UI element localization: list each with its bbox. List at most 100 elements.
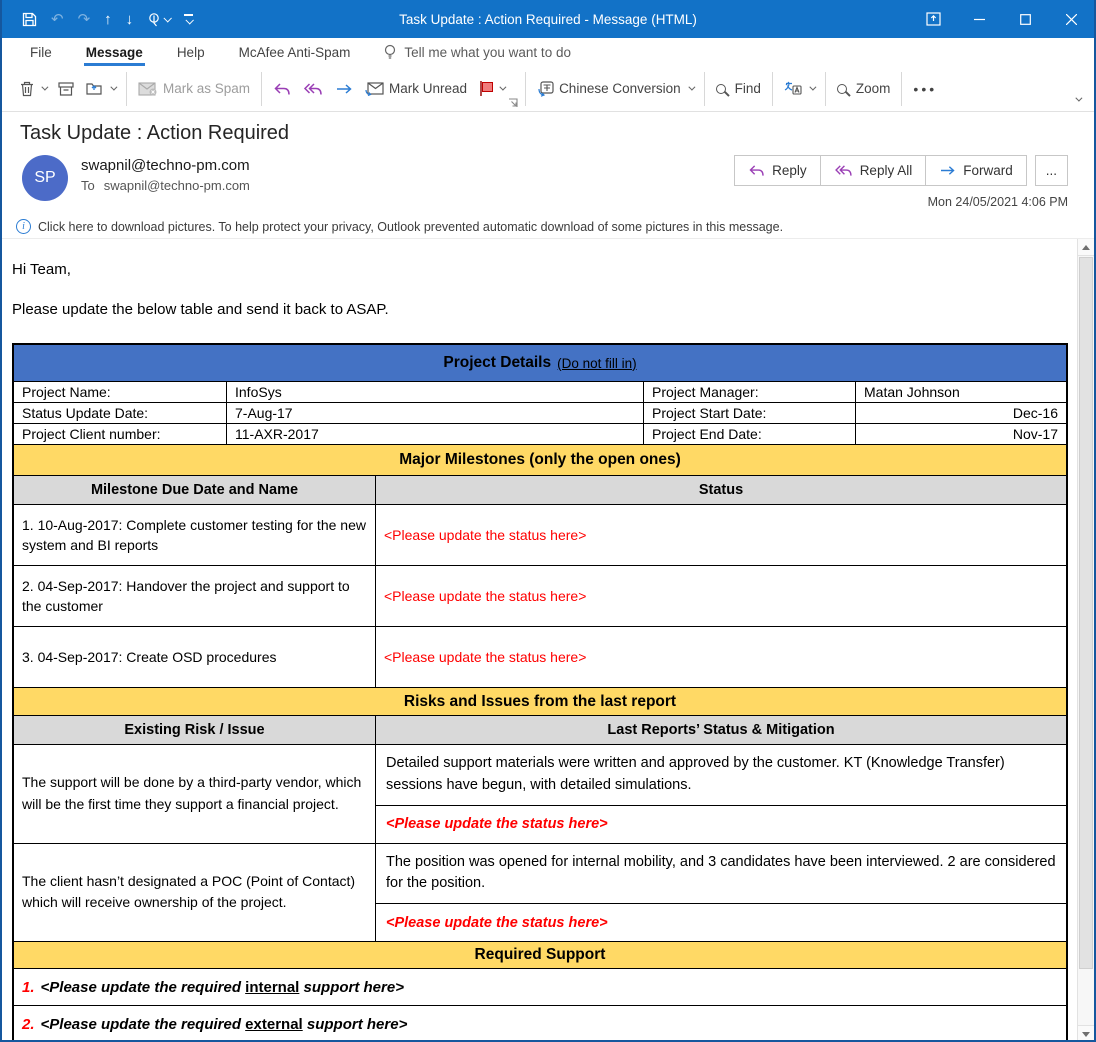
reply-all-label: Reply All [860, 163, 913, 178]
infobar-text: Click here to download pictures. To help… [38, 220, 783, 234]
ribbon-separator [825, 72, 826, 106]
reply-all-button-ribbon[interactable] [297, 75, 329, 103]
scrollbar-thumb[interactable] [1079, 257, 1093, 969]
chevron-down-icon [499, 84, 506, 91]
window-controls [910, 0, 1094, 38]
forward-icon [939, 164, 956, 177]
milestones-column-headers: Milestone Due Date and Name Status [14, 476, 1066, 505]
table-row: 3. 04-Sep-2017: Create OSD procedures <P… [14, 627, 1066, 688]
field-label: Project Name: [14, 382, 227, 402]
info-icon: i [16, 219, 31, 234]
unread-envelope-icon [365, 81, 384, 96]
trash-icon [20, 81, 34, 97]
support-placeholder: <Please update the required internal sup… [41, 979, 404, 996]
column-header: Last Reports’ Status & Mitigation [376, 716, 1066, 744]
table-row: 2. 04-Sep-2017: Handover the project and… [14, 566, 1066, 627]
field-label: Project End Date: [644, 424, 856, 444]
tell-me-box[interactable]: Tell me what you want to do [384, 38, 571, 66]
support-item-number: 1. [22, 979, 35, 996]
folder-move-icon [86, 81, 103, 96]
download-pictures-infobar[interactable]: i Click here to download pictures. To he… [2, 209, 1094, 234]
scroll-down-button[interactable] [1078, 1025, 1094, 1042]
move-down-icon[interactable]: ↓ [126, 11, 134, 28]
message-timestamp: Mon 24/05/2021 4:06 PM [734, 195, 1068, 209]
touch-mode-icon[interactable] [147, 12, 170, 27]
flag-icon [479, 81, 492, 96]
table-row: Project Client number: 11-AXR-2017 Proje… [14, 424, 1066, 445]
project-details-header: Project Details (Do not fill in) [14, 345, 1066, 382]
collapse-ribbon-icon[interactable] [1073, 90, 1080, 105]
column-header: Existing Risk / Issue [14, 716, 376, 744]
ribbon-separator [772, 72, 773, 106]
risk-status: Detailed support materials were written … [376, 745, 1066, 806]
ribbon-separator [901, 72, 902, 106]
reply-button-ribbon[interactable] [267, 75, 297, 103]
more-actions-button[interactable]: ... [1035, 155, 1068, 186]
to-recipient[interactable]: swapnil@techno-pm.com [104, 178, 250, 193]
mark-unread-button[interactable]: Mark Unread [359, 74, 473, 103]
chevron-down-icon [41, 84, 48, 91]
field-value: 7-Aug-17 [227, 403, 644, 423]
reply-label: Reply [772, 163, 807, 178]
sender-email[interactable]: swapnil@techno-pm.com [81, 157, 250, 174]
tab-file[interactable]: File [30, 38, 52, 66]
chevron-down-icon [809, 84, 816, 91]
table-row: Status Update Date: 7-Aug-17 Project Sta… [14, 403, 1066, 424]
tab-message[interactable]: Message [86, 38, 143, 66]
risk-status: The position was opened for internal mob… [376, 844, 1066, 905]
search-icon [716, 84, 726, 94]
ribbon-separator [126, 72, 127, 106]
close-button[interactable] [1048, 0, 1094, 38]
message-header: Task Update : Action Required SP swapnil… [2, 112, 1094, 238]
more-commands-button[interactable]: ••• [907, 74, 943, 104]
move-up-icon[interactable]: ↑ [104, 11, 112, 28]
column-header: Milestone Due Date and Name [14, 476, 376, 504]
minimize-button[interactable] [956, 0, 1002, 38]
avatar[interactable]: SP [22, 155, 68, 201]
chinese-conversion-button[interactable]: Chinese Conversion [531, 74, 699, 104]
save-icon[interactable] [22, 12, 37, 27]
move-to-folder-button[interactable] [80, 74, 121, 103]
chinese-conversion-icon [537, 81, 554, 97]
find-button[interactable]: Find [710, 74, 767, 103]
field-value: Nov-17 [856, 424, 1066, 444]
required-support-header: Required Support [14, 942, 1066, 969]
table-row: 1. <Please update the required internal … [14, 969, 1066, 1006]
translate-button[interactable] [778, 74, 820, 103]
scroll-up-button[interactable] [1078, 239, 1094, 256]
tab-help[interactable]: Help [177, 38, 205, 66]
vertical-scrollbar[interactable] [1077, 239, 1094, 1042]
follow-up-flag-button[interactable] [473, 74, 510, 103]
forward-button[interactable]: Forward [925, 155, 1027, 186]
field-label: Project Client number: [14, 424, 227, 444]
forward-label: Forward [963, 163, 1013, 178]
lightbulb-icon [384, 44, 396, 60]
redo-icon[interactable]: ↷ [78, 10, 91, 28]
forward-button-ribbon[interactable] [329, 75, 359, 103]
field-value: Matan Johnson [856, 382, 1066, 402]
reply-button[interactable]: Reply [734, 155, 821, 186]
maximize-button[interactable] [1002, 0, 1048, 38]
ribbon-separator [261, 72, 262, 106]
titlebar: ↶ ↷ ↑ ↓ Task Update : Action Required - … [2, 0, 1094, 38]
delete-button[interactable] [14, 74, 52, 104]
archive-button[interactable] [52, 75, 80, 103]
dialog-launcher-icon[interactable] [508, 98, 518, 108]
table-row: The support will be done by a third-part… [14, 745, 1066, 844]
status-placeholder: <Please update the status here> [376, 566, 1066, 626]
ribbon-display-options-icon[interactable] [910, 0, 956, 38]
status-report-table: Project Details (Do not fill in) Project… [12, 343, 1068, 1042]
ribbon-separator [704, 72, 705, 106]
mark-as-spam-button: Mark as Spam [132, 74, 256, 103]
customize-qat-icon[interactable] [184, 14, 193, 24]
undo-icon[interactable]: ↶ [51, 10, 64, 28]
zoom-button[interactable]: Zoom [831, 74, 897, 103]
field-label: Status Update Date: [14, 403, 227, 423]
tab-mcafee-anti-spam[interactable]: McAfee Anti-Spam [239, 38, 351, 66]
field-value: Dec-16 [856, 403, 1066, 423]
reply-all-button[interactable]: Reply All [820, 155, 927, 186]
zoom-icon [837, 84, 847, 94]
spam-envelope-icon [138, 82, 158, 96]
tell-me-label: Tell me what you want to do [404, 45, 571, 60]
status-placeholder: <Please update the status here> [376, 505, 1066, 565]
